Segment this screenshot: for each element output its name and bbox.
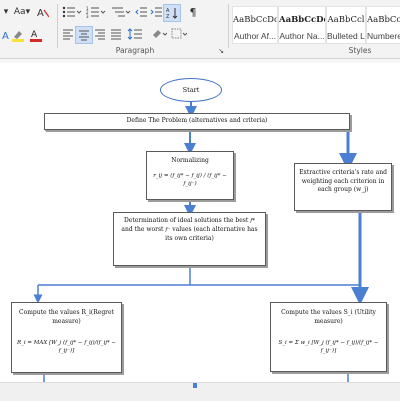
ribbon-separator (57, 4, 58, 48)
page-marker-icon (193, 383, 197, 388)
bullets-icon[interactable] (61, 5, 83, 19)
show-hide-marks-icon[interactable]: ¶ (186, 5, 200, 19)
style-name: Author Af... (233, 31, 277, 41)
svg-text:3: 3 (86, 14, 89, 18)
align-center-icon[interactable] (75, 26, 93, 44)
borders-icon[interactable] (170, 27, 188, 41)
f-minus-symbol: f⁻ (165, 226, 171, 233)
svg-text:A: A (2, 31, 9, 41)
ribbon-separator (228, 4, 229, 48)
regret-formula: R_i = MAX [W_j (f_ij* − f_ij)/(f_ij* − f… (16, 340, 117, 355)
paragraph-group-label: Paragraph (115, 46, 155, 55)
increase-indent-icon[interactable] (149, 5, 163, 19)
utility-title: Compute the values S_i (Utility measure) (281, 309, 376, 325)
numbering-icon[interactable]: 123 (85, 5, 107, 19)
start-label: Start (182, 86, 200, 94)
highlight-icon[interactable] (10, 28, 28, 42)
ribbon: ▾ Aa ▾ A A A 123 AZ ¶ Paragraph ↘ AaBbCc… (0, 0, 400, 59)
style-bulleted-list[interactable]: AaBbCcl Bulleted List (326, 6, 366, 44)
align-left-icon[interactable] (61, 27, 75, 41)
f-star-symbol: f* (250, 218, 255, 224)
extractive-criteria-box: Extractive criteria's rate and weighting… (294, 163, 392, 211)
status-bar (0, 382, 400, 401)
svg-text:A: A (31, 30, 38, 40)
normalizing-formula: r_ij = (f_ij* − f_ij) / (f_ij* − f_ij⁻) (153, 172, 227, 187)
font-case-button[interactable]: Aa ▾ (13, 6, 31, 18)
start-node: Start (160, 78, 222, 102)
style-preview: AaBbCcDc (233, 15, 277, 25)
style-preview: AaBbCcDd (367, 15, 400, 25)
style-numbered[interactable]: AaBbCcDd Numbere... (366, 6, 400, 44)
styles-group-label: Styles (348, 46, 372, 55)
paragraph-launcher-icon[interactable]: ↘ (216, 46, 226, 56)
regret-measure-box: Compute the values R_i(Regret measure) R… (11, 302, 122, 373)
paragraph-mark: ¶ (189, 5, 197, 19)
style-name: Numbere... (367, 31, 400, 41)
ideal-line3: values (each alternative has its own cri… (165, 225, 258, 242)
style-preview: AaBbCcl (327, 15, 365, 25)
extractive-label: Extractive criteria's rate and weighting… (299, 169, 387, 194)
decrease-indent-icon[interactable] (134, 5, 148, 19)
justify-icon[interactable] (109, 27, 123, 41)
shading-icon[interactable] (150, 27, 168, 41)
sort-icon[interactable]: AZ (163, 4, 181, 22)
style-name: Author Na... (279, 31, 325, 41)
define-problem-box: Define The Problem (alternatives and cri… (44, 113, 350, 130)
style-name: Bulleted List (327, 31, 365, 41)
normalizing-label: Normalizing (171, 157, 209, 164)
svg-text:A: A (37, 8, 44, 18)
regret-title: Compute the values R_i(Regret measure) (18, 309, 114, 325)
align-right-icon[interactable] (93, 27, 107, 41)
svg-text:Z: Z (166, 14, 170, 19)
utility-formula: S_i = Σ w_i [W_j (f_ij* − f_ij)/(f_ij* −… (278, 340, 379, 355)
style-author-affiliation[interactable]: AaBbCcDc Author Af... (232, 6, 278, 44)
normalizing-box: Normalizing r_ij = (f_ij* − f_ij) / (f_i… (146, 151, 234, 200)
clear-format-icon[interactable]: A (36, 5, 50, 19)
define-problem-label: Define The Problem (alternatives and cri… (126, 117, 268, 124)
line-spacing-icon[interactable] (126, 27, 146, 41)
font-size-down-button[interactable]: ▾ (0, 6, 12, 18)
ideal-solutions-box: Determination of ideal solutions the bes… (113, 212, 266, 266)
style-preview: AaBbCcDd (279, 15, 325, 25)
multilevel-list-icon[interactable] (110, 5, 132, 19)
ideal-line1: Determination of ideal solutions the bes… (123, 217, 249, 224)
ideal-line2: and the worst (121, 225, 164, 233)
font-color-icon[interactable]: A (28, 28, 46, 42)
ruler (0, 59, 400, 63)
font-case-label: Aa (13, 7, 26, 17)
utility-measure-box: Compute the values S_i (Utility measure)… (270, 302, 387, 372)
style-author-name[interactable]: AaBbCcDd Author Na... (278, 6, 326, 44)
